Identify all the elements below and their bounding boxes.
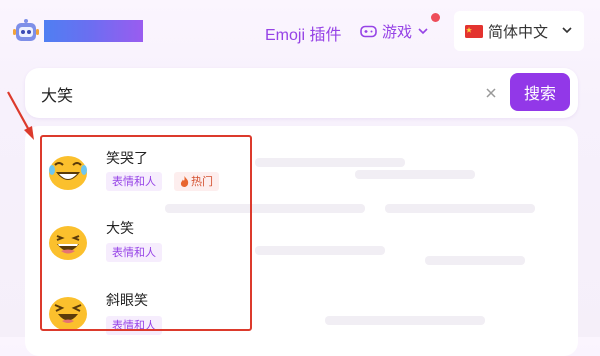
search-bar: 搜索 xyxy=(25,68,578,118)
placeholder-line xyxy=(325,316,485,325)
chevron-down-icon xyxy=(418,27,428,34)
language-selector[interactable]: 简体中文 xyxy=(454,11,584,51)
placeholder-line xyxy=(385,204,535,213)
search-input[interactable] xyxy=(39,80,483,108)
gamepad-icon xyxy=(360,25,377,37)
placeholder-line xyxy=(355,170,475,179)
highlight-box xyxy=(40,135,252,331)
nav-games-dropdown[interactable]: 游戏 xyxy=(360,19,428,43)
placeholder-line xyxy=(425,256,525,265)
clear-icon[interactable] xyxy=(484,86,498,100)
placeholder-line xyxy=(255,158,405,167)
nav-games-label: 游戏 xyxy=(382,22,413,41)
chevron-down-icon xyxy=(562,27,572,34)
site-logo-banner[interactable] xyxy=(44,20,143,42)
top-bar: Emoji 插件 游戏 简体中文 xyxy=(0,0,600,60)
nav-emoji-plugin[interactable]: Emoji 插件 xyxy=(265,21,341,45)
notification-dot xyxy=(431,13,440,22)
china-flag-icon xyxy=(465,24,483,38)
language-label: 简体中文 xyxy=(488,22,549,41)
annotation-arrow-icon xyxy=(7,91,34,140)
placeholder-line xyxy=(255,246,385,255)
search-button[interactable]: 搜索 xyxy=(510,73,570,111)
